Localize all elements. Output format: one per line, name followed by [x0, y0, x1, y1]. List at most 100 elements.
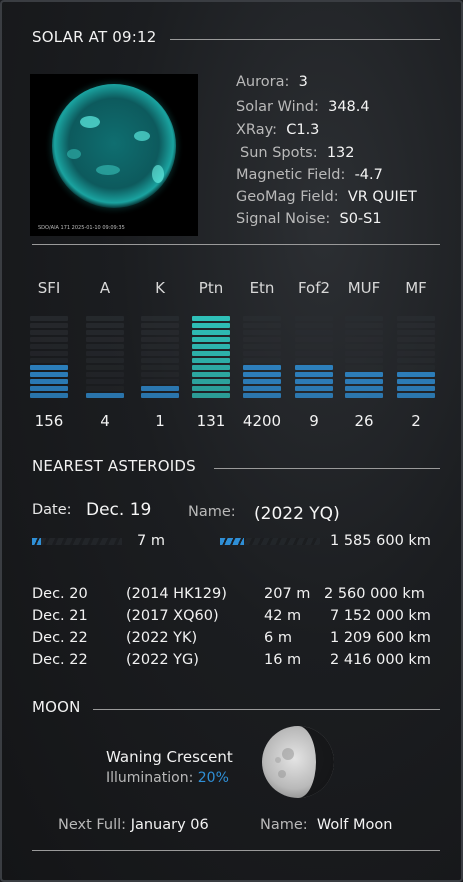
moon-name-value: Wolf Moon	[316, 817, 393, 833]
band-meter-segment	[86, 393, 124, 398]
moon-phase: Waning Crescent	[106, 748, 233, 766]
asteroid-row-name: (2017 XQ60)	[126, 608, 219, 624]
band-meter-segment	[192, 351, 230, 356]
sun-image: SDO/AIA 171 2025-01-10 09:09:35	[30, 74, 198, 236]
band-value-ptn: 131	[196, 412, 226, 430]
band-meter-segment	[192, 365, 230, 370]
band-meter-segment	[30, 330, 68, 335]
asteroid-row-distance: 2 560 000 km	[324, 586, 425, 602]
band-meter-segment	[345, 351, 383, 356]
asteroids-divider	[214, 468, 440, 469]
band-meter-segment	[397, 386, 435, 391]
band-meter-segment	[345, 323, 383, 328]
band-meter-segment	[243, 393, 281, 398]
band-meter-segment	[192, 316, 230, 321]
band-meter-segment	[30, 337, 68, 342]
band-value-sfi: 156	[34, 412, 64, 430]
band-meter-segment	[345, 337, 383, 342]
band-meter-segment	[295, 358, 333, 363]
band-meter-segment	[141, 337, 179, 342]
band-value-fof2: 9	[309, 412, 319, 430]
band-meter-segment	[397, 351, 435, 356]
asteroid-size-value: 7 m	[137, 533, 165, 549]
band-meter-segment	[243, 337, 281, 342]
asteroid-row-distance: 2 416 000 km	[330, 652, 431, 668]
band-meter-segment	[345, 316, 383, 321]
band-meter-segment	[397, 365, 435, 370]
band-meter-segment	[397, 323, 435, 328]
band-meter-segment	[192, 323, 230, 328]
asteroid-row-date: Dec. 20	[32, 586, 88, 602]
band-meter-segment	[30, 344, 68, 349]
solar-widget-panel: SOLAR AT 09:12 SDO/AIA 171 2025-01-10 09…	[0, 0, 463, 882]
band-meter-segment	[86, 379, 124, 384]
asteroid-row-date: Dec. 22	[32, 652, 88, 668]
bands-divider	[32, 244, 440, 245]
band-label-a: A	[99, 279, 111, 297]
solar-divider	[170, 39, 440, 40]
band-meter-segment	[192, 386, 230, 391]
band-meter-segment	[295, 379, 333, 384]
asteroid-row-size: 6 m	[264, 630, 292, 646]
asteroid-row-size: 16 m	[264, 652, 302, 668]
band-meter-segment	[30, 379, 68, 384]
band-meter-segment	[30, 323, 68, 328]
band-meter-segment	[295, 351, 333, 356]
band-label-fof2: Fof2	[297, 279, 331, 297]
asteroid-row-date: Dec. 22	[32, 630, 88, 646]
band-meter-segment	[397, 372, 435, 377]
band-meter-segment	[243, 365, 281, 370]
band-meter-segment	[86, 386, 124, 391]
moon-next-full-label: Next Full:	[58, 817, 127, 833]
band-meter-segment	[141, 323, 179, 328]
band-meter-segment	[192, 393, 230, 398]
geomag-field-field: GeoMag Field: VR QUIET	[236, 189, 417, 205]
band-meter-segment	[86, 372, 124, 377]
moon-illumination: Illumination: 20%	[106, 770, 229, 786]
band-meter-segment	[86, 337, 124, 342]
band-meter-segment	[141, 316, 179, 321]
band-meter-segment	[141, 372, 179, 377]
asteroid-row-size: 207 m	[264, 586, 311, 602]
asteroid-date-value: Dec. 19	[86, 500, 152, 520]
signal-noise-field: Signal Noise: S0-S1	[236, 211, 382, 227]
band-label-muf: MUF	[347, 279, 381, 297]
aurora-field: Aurora: 3	[236, 74, 308, 90]
sun-spots-field: Sun Spots: 132	[240, 145, 355, 161]
band-meter-segment	[192, 330, 230, 335]
band-label-sfi: SFI	[37, 279, 61, 297]
band-meter-segment	[345, 358, 383, 363]
band-meter-segment	[86, 358, 124, 363]
moon-phase-icon	[262, 726, 334, 798]
band-meter-segment	[243, 330, 281, 335]
asteroid-row-date: Dec. 21	[32, 608, 88, 624]
moon-illumination-label: Illumination:	[106, 770, 194, 786]
band-label-mf: MF	[405, 279, 427, 297]
band-value-etn: 4200	[242, 412, 282, 430]
band-meter-segment	[30, 365, 68, 370]
band-meter-segment	[345, 386, 383, 391]
band-meter-segment	[86, 316, 124, 321]
band-meter-segment	[295, 344, 333, 349]
band-meter-segment	[192, 337, 230, 342]
band-label-ptn: Ptn	[198, 279, 224, 297]
asteroid-distance-value: 1 585 600 km	[330, 533, 431, 549]
asteroid-row-size: 42 m	[264, 608, 302, 624]
band-meter-segment	[243, 351, 281, 356]
asteroid-row-name: (2022 YK)	[126, 630, 198, 646]
magnetic-field-field: Magnetic Field: -4.7	[236, 167, 383, 183]
band-meter-segment	[243, 372, 281, 377]
band-meter-segment	[141, 365, 179, 370]
moon-divider	[93, 709, 440, 710]
band-meter-segment	[295, 365, 333, 370]
band-meter-segment	[295, 323, 333, 328]
asteroid-date-label: Date:	[32, 502, 72, 518]
band-meter-segment	[243, 379, 281, 384]
moon-illumination-value: 20%	[197, 770, 229, 786]
band-meter-segment	[141, 393, 179, 398]
band-value-a: 4	[100, 412, 110, 430]
band-meter-segment	[345, 372, 383, 377]
band-meter-segment	[30, 372, 68, 377]
band-meter-segment	[141, 351, 179, 356]
band-meter-segment	[397, 344, 435, 349]
